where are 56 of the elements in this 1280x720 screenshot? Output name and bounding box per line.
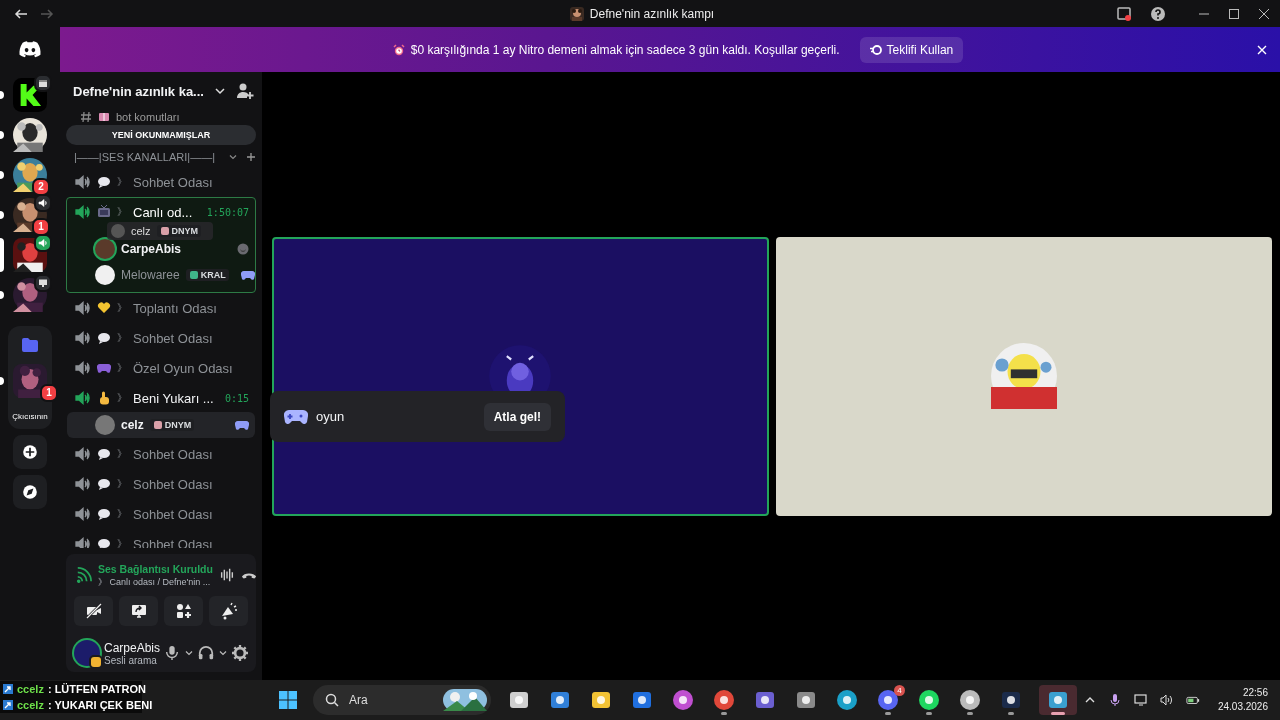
channel-name[interactable]: Toplantı Odası xyxy=(133,300,249,316)
channel-name[interactable]: Özel Oyun Odası xyxy=(133,360,249,376)
channel-name[interactable]: Sohbet Odası xyxy=(133,330,249,346)
new-unreads-button[interactable]: YENİ OKUNMAMIŞLAR xyxy=(66,125,256,145)
separator-mark: 》 xyxy=(117,447,127,461)
join-button[interactable]: Atla gel! xyxy=(483,402,551,431)
separator-mark: 》 xyxy=(117,477,127,491)
channel-name[interactable]: Canlı od... xyxy=(133,204,201,220)
channel-name[interactable]: Sohbet Odası xyxy=(133,476,249,492)
server-name[interactable]: Çkıcısının xyxy=(8,412,52,421)
connection-status: Ses Bağlantısı Kuruldu xyxy=(98,561,213,576)
member-name: Melowaree xyxy=(121,268,180,282)
clock-date[interactable]: 24.03.2026 xyxy=(1217,700,1268,714)
voice-member[interactable]: celz DNYM xyxy=(67,412,255,438)
chat-user-name: ccelz xyxy=(17,683,44,695)
chat-user-name: ccelz xyxy=(17,699,44,711)
separator-mark: 》 xyxy=(117,361,127,375)
separator-mark: 》 xyxy=(117,175,127,189)
mention-badge: 1 xyxy=(32,218,50,236)
mention-badge: 1 xyxy=(40,384,58,402)
channel-name[interactable]: Sohbet Odası xyxy=(133,506,249,522)
mention-badge: 2 xyxy=(32,178,50,196)
call-timer: 0:15 xyxy=(224,392,249,404)
separator-mark: 》 xyxy=(117,391,127,405)
chat-text: : LÜTFEN PATRON xyxy=(47,683,146,695)
call-timer: 1:50:07 xyxy=(206,206,249,218)
member-name: celz xyxy=(121,418,144,432)
voice-member[interactable]: Melowaree KRAL xyxy=(67,262,255,288)
offer-button[interactable]: Teklifi Kullan xyxy=(859,36,964,63)
voice-member[interactable]: CarpeAbis xyxy=(67,236,255,262)
separator-mark: 》 xyxy=(117,507,127,521)
separator-mark: 》 xyxy=(117,205,127,219)
member-name: CarpeAbis xyxy=(121,242,182,256)
category-name[interactable]: |——|SES KANALLARI|——| xyxy=(74,151,220,163)
window-title: Defne'nin azınlık kampı xyxy=(589,6,715,21)
tag-text: KRAL xyxy=(200,270,226,280)
search-field[interactable]: Ara xyxy=(313,685,491,715)
separator-mark: 》 xyxy=(117,331,127,345)
channel-location[interactable]: 》 Canlı odası / Defne'nin ... xyxy=(98,575,213,588)
channel-name[interactable]: Sohbet Odası xyxy=(133,446,249,462)
separator-mark: 》 xyxy=(117,537,127,548)
activity-name: oyun xyxy=(316,409,346,424)
clock-time[interactable]: 22:56 xyxy=(1242,686,1268,700)
text-channel[interactable]: bot komutları xyxy=(66,110,256,124)
user-status: Sesli arama xyxy=(104,654,157,666)
tag-text: DNYM xyxy=(171,226,199,236)
user-name: CarpeAbis xyxy=(104,640,160,655)
notification-badge: 4 xyxy=(894,685,905,696)
tag-text: DNYM xyxy=(164,420,192,430)
channel-name[interactable]: Sohbet Odası xyxy=(133,174,249,190)
chat-text: : YUKARI ÇEK BENI xyxy=(47,699,153,711)
channel-name[interactable]: Beni Yukarı ... xyxy=(133,390,219,406)
member-name: celz xyxy=(131,225,151,237)
separator-mark: 》 xyxy=(117,301,127,315)
promo-text: $0 karşılığında 1 ay Nitro demeni almak için sadece 3 gün kaldı. Koşullar geçerli. xyxy=(410,42,840,57)
server-header[interactable]: Defne'nin azınlık ka... xyxy=(60,72,262,110)
